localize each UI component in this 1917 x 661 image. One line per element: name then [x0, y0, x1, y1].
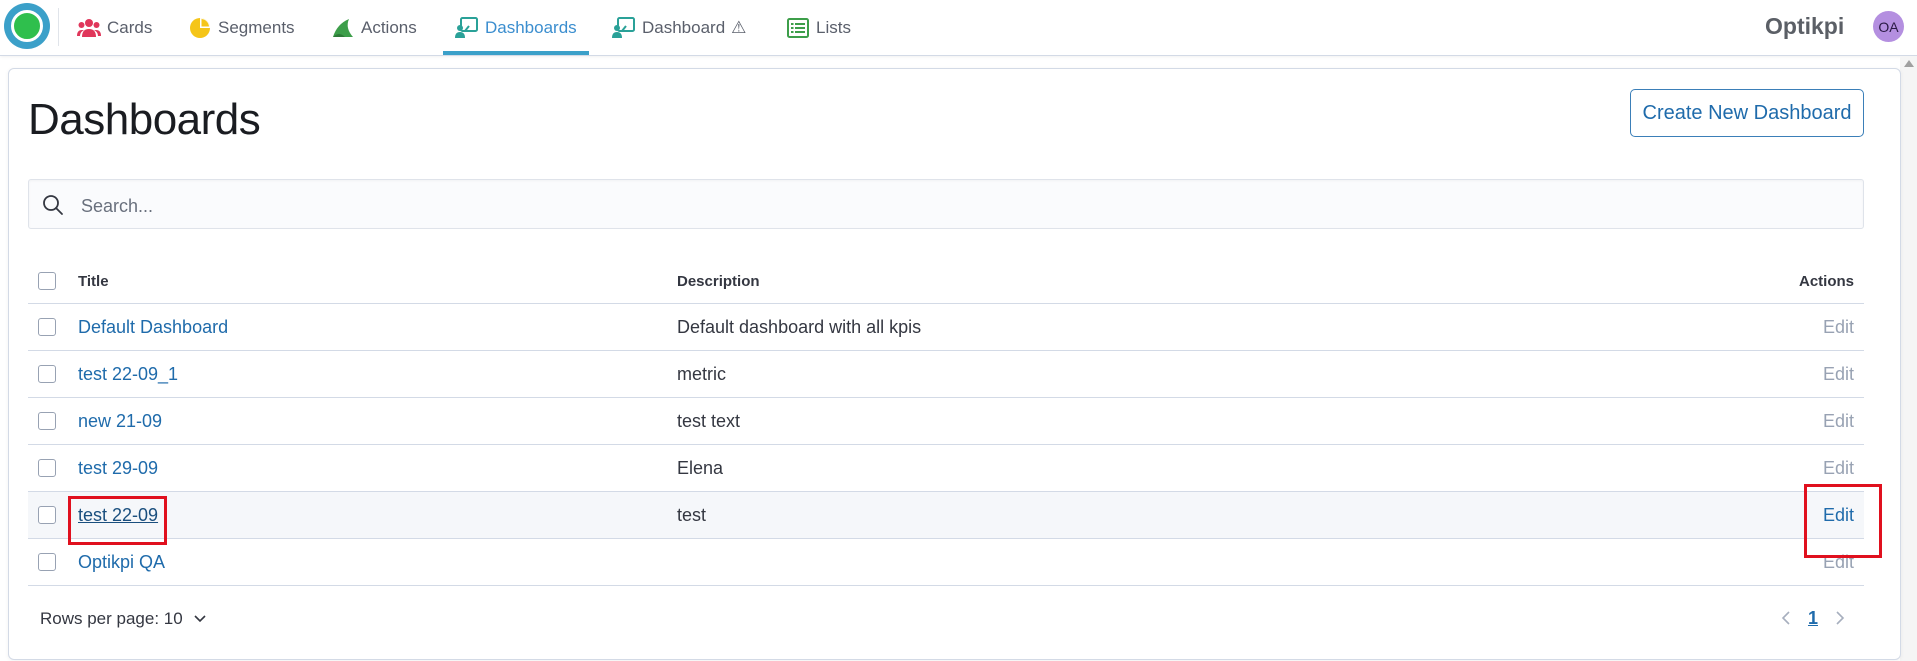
create-new-dashboard-button[interactable]: Create New Dashboard	[1630, 89, 1864, 137]
brand-name: Optikpi	[1765, 13, 1845, 39]
tab-label: Dashboards	[485, 17, 577, 37]
dashboard-title-link[interactable]: test 29-09	[78, 458, 158, 479]
table-row: Optikpi QA Edit	[28, 539, 1864, 586]
row-checkbox[interactable]	[38, 318, 56, 336]
dashboard-description: metric	[677, 364, 726, 384]
edit-link[interactable]: Edit	[1823, 505, 1854, 526]
search-input[interactable]	[79, 190, 1853, 222]
dashboard-icon	[612, 16, 636, 40]
row-checkbox[interactable]	[38, 506, 56, 524]
tab-lists[interactable]: Lists	[786, 0, 851, 55]
table-row: test 29-09 Elena Edit	[28, 445, 1864, 492]
scroll-up-icon[interactable]	[1904, 60, 1914, 67]
dashboard-description: Default dashboard with all kpis	[677, 317, 922, 337]
column-header-description[interactable]: Description	[677, 273, 760, 290]
table-row: test 22-09 test Edit	[28, 492, 1864, 539]
table-header-row: Title Description Actions	[28, 258, 1864, 304]
dashboard-description: Elena	[677, 458, 724, 478]
table-row: new 21-09 test text Edit	[28, 398, 1864, 445]
select-all-checkbox[interactable]	[38, 272, 56, 290]
actions-icon	[331, 16, 355, 40]
pagination: 1	[1776, 606, 1850, 630]
tab-actions[interactable]: Actions	[331, 0, 417, 55]
edit-link[interactable]: Edit	[1823, 411, 1854, 432]
dashboard-title-link[interactable]: test 22-09_1	[78, 364, 178, 385]
page-number-current[interactable]: 1	[1796, 608, 1830, 629]
edit-link[interactable]: Edit	[1823, 364, 1854, 385]
chevron-left-icon	[1781, 611, 1790, 625]
chevron-right-icon	[1836, 611, 1845, 625]
row-checkbox[interactable]	[38, 412, 56, 430]
prev-page-button[interactable]	[1776, 606, 1796, 630]
search-icon	[43, 195, 63, 215]
warning-icon: ⚠	[731, 17, 747, 37]
tab-segments[interactable]: Segments	[188, 0, 295, 55]
tab-dashboard-warning[interactable]: Dashboard ⚠	[612, 0, 746, 55]
dashboard-description: test	[677, 505, 707, 525]
dashboard-title-link[interactable]: Default Dashboard	[78, 317, 228, 338]
dashboard-description: test text	[677, 411, 741, 431]
list-icon	[786, 16, 810, 40]
top-nav: Cards Segments Actions Dashboards Dashbo…	[0, 0, 1917, 56]
avatar[interactable]: OA	[1873, 11, 1904, 42]
edit-link[interactable]: Edit	[1823, 458, 1854, 479]
nav-divider	[58, 8, 59, 46]
row-checkbox[interactable]	[38, 553, 56, 571]
tab-dashboards[interactable]: Dashboards	[443, 0, 589, 55]
rows-per-page-selector[interactable]: Rows per page: 10	[40, 609, 207, 629]
dashboard-icon	[455, 16, 479, 40]
page-title: Dashboards	[28, 95, 261, 144]
edit-link[interactable]: Edit	[1823, 552, 1854, 573]
column-header-title[interactable]: Title	[78, 273, 109, 290]
dashboard-title-link[interactable]: Optikpi QA	[78, 552, 165, 573]
tab-label: Cards	[107, 17, 153, 37]
dashboards-table: Title Description Actions Default Dashbo…	[28, 258, 1864, 586]
app-logo-icon[interactable]	[4, 3, 50, 49]
page-scrollbar[interactable]	[1900, 56, 1917, 661]
tab-label: Dashboard	[642, 17, 726, 37]
chevron-down-icon	[194, 615, 206, 623]
table-row: test 22-09_1 metric Edit	[28, 351, 1864, 398]
users-icon	[77, 16, 101, 40]
edit-link[interactable]: Edit	[1823, 317, 1854, 338]
dashboard-title-link[interactable]: test 22-09	[78, 505, 158, 526]
next-page-button[interactable]	[1830, 606, 1850, 630]
pie-chart-icon	[188, 16, 212, 40]
search-bar	[28, 179, 1864, 229]
table-row: Default Dashboard Default dashboard with…	[28, 304, 1864, 351]
tab-label: Segments	[218, 17, 295, 37]
column-header-actions: Actions	[1798, 273, 1854, 290]
tab-label: Actions	[361, 17, 417, 37]
tab-cards[interactable]: Cards	[77, 0, 152, 55]
row-checkbox[interactable]	[38, 459, 56, 477]
dashboard-title-link[interactable]: new 21-09	[78, 411, 162, 432]
tab-label: Lists	[816, 17, 851, 37]
row-checkbox[interactable]	[38, 365, 56, 383]
rows-per-page-label: Rows per page: 10	[40, 609, 183, 628]
